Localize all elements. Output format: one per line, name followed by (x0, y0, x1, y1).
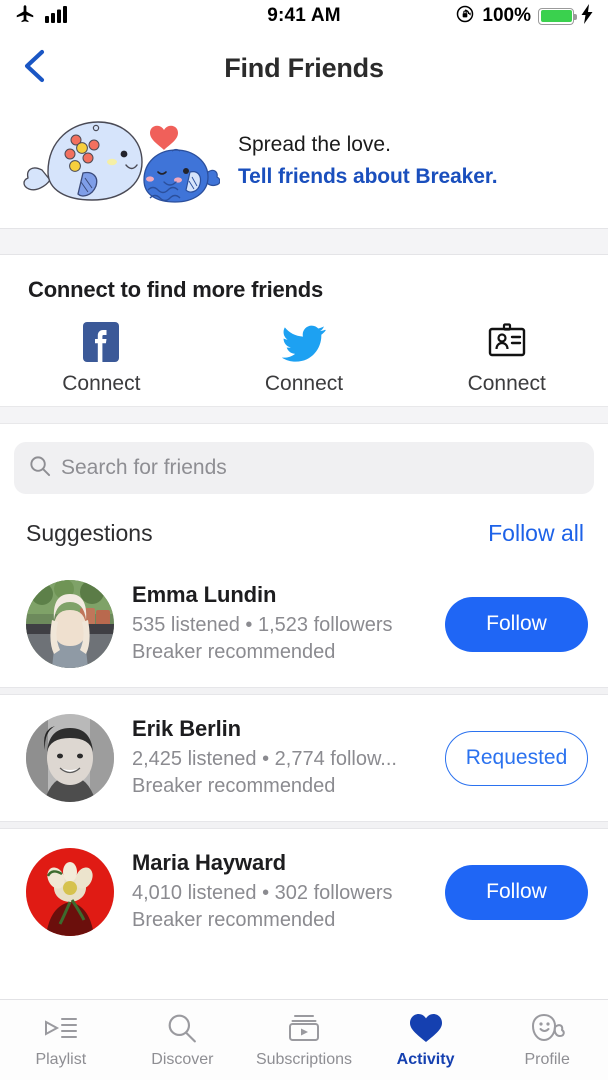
connect-facebook-button[interactable]: Connect (0, 321, 203, 396)
erik-berlin-avatar (26, 714, 114, 802)
battery-full-icon (538, 7, 577, 25)
section-separator-thin (0, 406, 608, 424)
tab-playlist[interactable]: Playlist (0, 1011, 122, 1069)
follow-button[interactable]: Follow (445, 596, 588, 652)
battery-percent-label: 100% (482, 5, 531, 26)
user-name: Erik Berlin (132, 716, 241, 741)
connect-options-row: Connect Connect Connect (0, 321, 608, 396)
user-recommended-label: Breaker recommended (132, 775, 336, 797)
twitter-icon (282, 321, 326, 363)
user-name: Emma Lundin (132, 582, 277, 607)
suggestions-title: Suggestions (26, 520, 153, 546)
status-bar-right: 100% (455, 3, 594, 29)
emma-lundin-avatar (26, 580, 114, 668)
user-info: Erik Berlin 2,425 listened • 2,774 follo… (132, 716, 427, 800)
user-info: Emma Lundin 535 listened • 1,523 followe… (132, 582, 427, 666)
tab-subscriptions[interactable]: Subscriptions (243, 1011, 365, 1069)
list-item[interactable]: Erik Berlin 2,425 listened • 2,774 follo… (0, 695, 608, 821)
status-bar: 9:41 AM 100% (0, 0, 608, 32)
user-stats: 2,425 listened • 2,774 follow... (132, 748, 397, 770)
whales-with-heart-illustration (20, 110, 221, 212)
charging-bolt-icon (581, 3, 594, 29)
rotation-lock-icon (455, 4, 475, 29)
search-icon (28, 454, 51, 482)
connect-facebook-label: Connect (62, 372, 141, 395)
bottom-tab-bar: Playlist Discover Subscriptions Activity… (0, 999, 608, 1080)
row-separator (0, 687, 608, 695)
list-item[interactable]: Maria Hayward 4,010 listened • 302 follo… (0, 829, 608, 955)
connect-twitter-label: Connect (264, 372, 344, 395)
subscriptions-box-icon (287, 1011, 321, 1045)
connect-twitter-button[interactable]: Connect (203, 321, 406, 396)
requested-button[interactable]: Requested (445, 730, 588, 786)
search-bar[interactable] (14, 442, 594, 494)
tab-activity[interactable]: Activity (365, 1011, 487, 1069)
playlist-queue-icon (44, 1011, 78, 1045)
search-section (0, 424, 608, 508)
facebook-icon (80, 321, 122, 363)
user-stats: 4,010 listened • 302 followers (132, 882, 393, 904)
search-input[interactable] (61, 456, 580, 480)
tab-discover[interactable]: Discover (122, 1011, 244, 1069)
promo-link[interactable]: Tell friends about Breaker. (238, 165, 498, 189)
follow-button[interactable]: Follow (445, 864, 588, 920)
tab-playlist-label: Playlist (35, 1051, 87, 1068)
user-stats: 535 listened • 1,523 followers (132, 614, 393, 636)
user-recommended-label: Breaker recommended (132, 909, 336, 931)
tab-discover-label: Discover (151, 1051, 214, 1068)
list-item[interactable]: Emma Lundin 535 listened • 1,523 followe… (0, 561, 608, 687)
connect-section-title: Connect to find more friends (28, 277, 324, 302)
whale-face-icon (529, 1011, 565, 1045)
connect-contacts-label: Connect (467, 372, 546, 395)
promo-headline: Spread the love. (238, 133, 391, 156)
tab-activity-label: Activity (396, 1051, 455, 1068)
back-chevron-icon (21, 49, 47, 88)
user-recommended-label: Breaker recommended (132, 641, 336, 663)
tab-subscriptions-label: Subscriptions (255, 1051, 352, 1068)
tab-profile[interactable]: Profile (486, 1011, 608, 1069)
user-info: Maria Hayward 4,010 listened • 302 follo… (132, 850, 427, 934)
navigation-bar: Find Friends (0, 32, 608, 104)
contacts-card-icon (485, 321, 529, 363)
back-button[interactable] (10, 44, 58, 92)
row-separator (0, 821, 608, 829)
search-icon (167, 1011, 197, 1045)
suggestions-header: Suggestions Follow all (0, 508, 608, 561)
user-name: Maria Hayward (132, 850, 286, 875)
connect-section: Connect to find more friends Connect Con… (0, 255, 608, 406)
tab-profile-label: Profile (524, 1051, 570, 1068)
connect-contacts-button[interactable]: Connect (405, 321, 608, 396)
invite-text-block: Spread the love. Tell friends about Brea… (228, 133, 498, 189)
invite-friends-banner[interactable]: Spread the love. Tell friends about Brea… (0, 104, 608, 228)
page-title: Find Friends (224, 52, 384, 83)
maria-hayward-avatar (26, 848, 114, 936)
heart-filled-icon (409, 1011, 443, 1045)
follow-all-button[interactable]: Follow all (488, 520, 584, 547)
section-separator (0, 228, 608, 255)
